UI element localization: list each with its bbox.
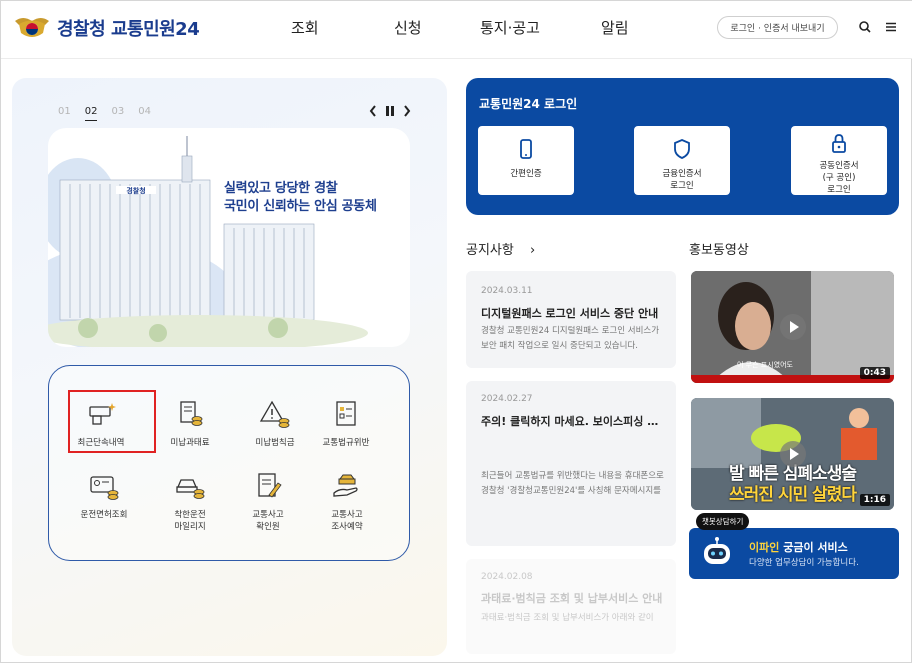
left-panel: 01 02 03 04 경찰청 실력있고 당당한 경찰 국민이 신뢰하는 안심 … [12, 78, 447, 656]
slide-pagination: 01 02 03 04 [58, 106, 151, 121]
joint-cert-button[interactable]: 공동인증서 (구 공인) 로그인 [791, 126, 887, 195]
video-thumbnail[interactable]: 발 빠른 심폐소생술 쓰러진 시민 살렸다 1:16 [691, 398, 894, 510]
quick-item-label: 교통사고 조사예약 [331, 510, 363, 532]
notice-title: 과태료·범칙금 조회 및 납부서비스 안내 [481, 592, 663, 605]
banner-line-2: 국민이 신뢰하는 안심 공동체 [224, 199, 377, 214]
video-caption-line-1: 발 빠른 심폐소생술 [729, 464, 857, 484]
notice-body-line: 과태료·범칙금 조회 및 납부서비스가 아래와 같이 [481, 613, 654, 623]
search-icon[interactable] [857, 19, 873, 35]
notice-body-line: 경찰청 교통민원24 디지털원패스 로그인 서비스가 [481, 326, 660, 336]
warning-coins-icon [259, 400, 290, 428]
banner-line-1: 실력있고 당당한 경찰 [224, 181, 338, 196]
chatbot-title: 이파인 궁금이 서비스 [749, 539, 848, 555]
quick-item-label: 교통법규위반 [322, 438, 370, 448]
slide-number[interactable]: 03 [111, 106, 124, 121]
quick-item-unpaid-fine[interactable]: 미납과태료 [150, 399, 230, 449]
nav-item-lookup[interactable]: 조회 [291, 17, 319, 38]
slide-number[interactable]: 04 [138, 106, 151, 121]
chatbot-bubble[interactable]: 챗봇상담하기 [696, 513, 750, 530]
video-duration: 0:43 [859, 367, 890, 379]
slide-number[interactable]: 01 [58, 106, 71, 121]
notice-section-title[interactable]: 공지사항 › [466, 239, 535, 258]
login-card-title: 교통민원24 로그인 [479, 97, 578, 111]
notice-title: 공지사항 [466, 243, 514, 258]
login-card: 교통민원24 로그인 간편인증 금융인증서 로그인 공동인증서 (구 공인) 로… [466, 78, 899, 215]
lock-icon [832, 134, 846, 153]
document-check-icon [336, 401, 356, 426]
notice-date: 2024.03.11 [481, 286, 533, 296]
notice-title: 주의! 클릭하지 마세요. 보이스피싱 문자 주의 [481, 415, 663, 428]
login-export-button[interactable]: 로그인 · 인증서 내보내기 [717, 16, 838, 39]
menu-icon[interactable] [883, 19, 899, 35]
quick-item-label: 교통사고 확인원 [252, 510, 284, 532]
main-banner[interactable]: 경찰청 실력있고 당당한 경찰 국민이 신뢰하는 안심 공동체 [48, 128, 410, 347]
robot-icon [704, 537, 730, 564]
notice-title: 디지털원패스 로그인 서비스 중단 안내 [481, 307, 659, 320]
slide-controls [369, 105, 411, 117]
quick-item-license-lookup[interactable]: 운전면허조회 [64, 471, 144, 521]
chatbot-subtitle: 다양한 업무상담이 가능합니다. [749, 558, 859, 568]
document-pen-icon [258, 473, 282, 498]
video-duration: 1:16 [859, 494, 890, 506]
header: 경찰청 교통민원24 조회 신청 통지·공고 알림 로그인 · 인증서 내보내기 [1, 1, 912, 59]
highlight-box [68, 390, 156, 453]
chatbot-banner[interactable]: 이파인 궁금이 서비스 다양한 업무상담이 가능합니다. [689, 528, 899, 579]
quick-item-label: 착한운전 마일리지 [174, 510, 206, 532]
quick-item-unpaid-penalty[interactable]: 미납범칙금 [235, 399, 315, 449]
bill-coins-icon [180, 401, 203, 426]
quick-item-accident-certificate[interactable]: 교통사고 확인원 [228, 471, 308, 533]
quick-item-accident-reservation[interactable]: 교통사고 조사예약 [307, 471, 387, 533]
login-button-label: 간편인증 [510, 169, 542, 179]
banner-headline: 실력있고 당당한 경찰 국민이 신뢰하는 안심 공동체 [224, 180, 377, 216]
quick-item-label: 미납범칙금 [255, 438, 295, 448]
chatbot-title-rest: 궁금이 서비스 [779, 541, 848, 554]
car-coins-icon [176, 479, 205, 499]
play-icon[interactable] [780, 441, 806, 467]
video-section-title: 홍보동영상 [689, 243, 749, 258]
notice-item[interactable]: 2024.02.08 과태료·범칙금 조회 및 납부서비스 안내 과태료·범칙금… [466, 559, 676, 654]
simple-auth-button[interactable]: 간편인증 [478, 126, 574, 195]
pause-icon[interactable] [385, 105, 395, 117]
slide-number-active[interactable]: 02 [84, 106, 98, 121]
nav-item-alert[interactable]: 알림 [601, 17, 629, 38]
shield-icon [674, 139, 690, 159]
nav-item-apply[interactable]: 신청 [394, 17, 422, 38]
video-caption: 어 무슨 표시였어도 [737, 361, 793, 369]
police-building-illustration: 경찰청 [48, 136, 368, 347]
login-button-label: 공동인증서 (구 공인) 로그인 [819, 161, 859, 195]
quick-item-label: 미납과태료 [170, 438, 210, 448]
chevron-right-icon[interactable] [403, 105, 411, 117]
chatbot-title-highlight: 이파인 [749, 541, 780, 554]
notice-date: 2024.02.08 [481, 572, 533, 582]
hand-car-icon [333, 474, 358, 497]
notice-item[interactable]: 2024.03.11 디지털원패스 로그인 서비스 중단 안내 경찰청 교통민원… [466, 271, 676, 368]
quick-item-label: 운전면허조회 [80, 510, 128, 520]
notice-body-line: 최근들어 교통법규를 위반했다는 내용을 휴대폰으로 [481, 471, 664, 481]
notice-date: 2024.02.27 [481, 394, 533, 404]
video-thumbnail[interactable]: 어 무슨 표시였어도 0:43 [691, 271, 894, 383]
building-sign: 경찰청 [126, 186, 145, 195]
notice-body-line: 보안 패치 작업으로 일시 중단되고 있습니다. [481, 341, 638, 351]
phone-icon [520, 139, 532, 159]
financial-cert-button[interactable]: 금융인증서 로그인 [634, 126, 730, 195]
chevron-right-icon[interactable]: › [530, 243, 535, 258]
nav-item-notice[interactable]: 통지·공고 [480, 17, 540, 38]
notice-item[interactable]: 2024.02.27 주의! 클릭하지 마세요. 보이스피싱 문자 주의 최근들… [466, 381, 676, 546]
play-icon[interactable] [780, 314, 806, 340]
quick-item-traffic-violation[interactable]: 교통법규위반 [306, 399, 386, 449]
login-button-label: 금융인증서 로그인 [662, 169, 702, 191]
license-card-icon [90, 476, 119, 500]
chevron-left-icon[interactable] [369, 105, 377, 117]
quick-item-mileage[interactable]: 착한운전 마일리지 [150, 471, 230, 533]
notice-body-line: 경찰청 '경찰청교통민원24'를 사칭해 문자메시지를 [481, 486, 661, 496]
